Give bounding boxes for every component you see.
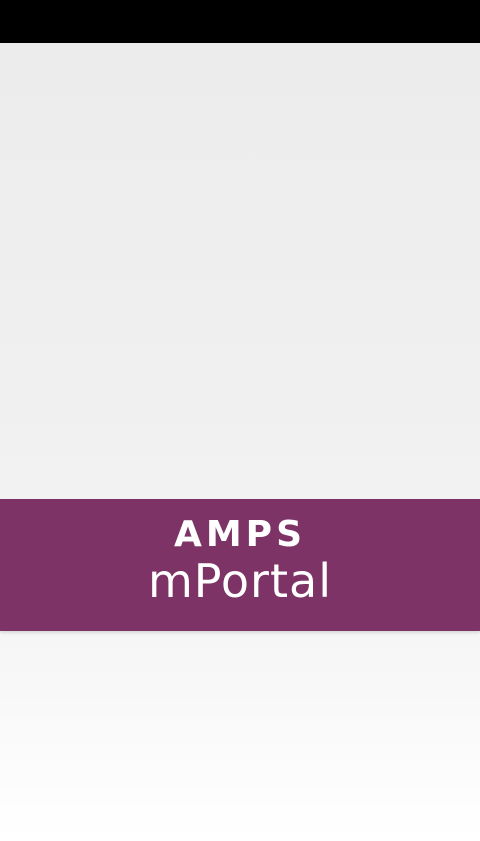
logo-title-mportal: mPortal [148,554,332,608]
logo-title-amps: AMPS [174,514,306,555]
status-bar [0,0,480,43]
splash-screen [0,43,480,841]
